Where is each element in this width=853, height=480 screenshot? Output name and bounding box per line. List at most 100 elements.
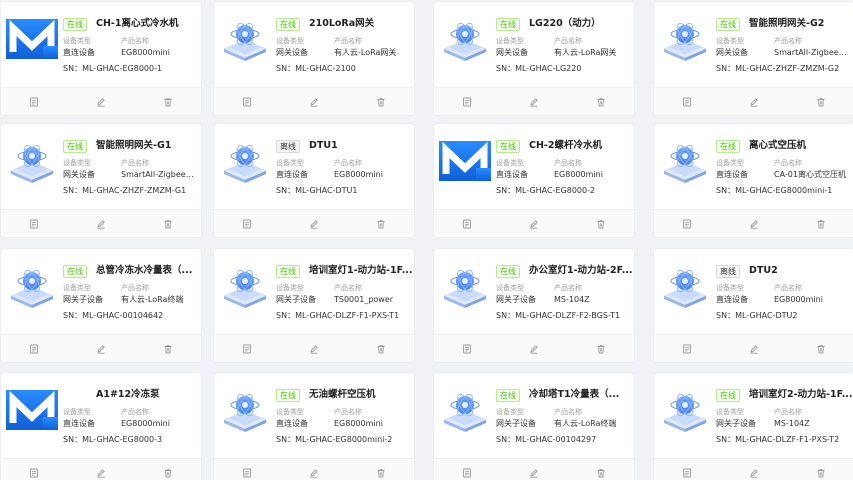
edit-button[interactable] — [68, 210, 135, 237]
delete-button[interactable] — [347, 459, 414, 480]
delete-button[interactable] — [567, 88, 634, 115]
edit-button[interactable] — [721, 335, 788, 362]
view-button[interactable] — [654, 335, 721, 362]
device-card-body[interactable]: 在线 智能照明网关-G1 设备类型 产品名称 网关设备 SmartAll-Zig… — [1, 124, 201, 209]
device-card[interactable]: 在线 离心式空压机 设备类型 产品名称 直连设备 CA-01离心式空压机 SN：… — [653, 123, 853, 238]
view-button[interactable] — [434, 210, 501, 237]
device-card-body[interactable]: 在线 离心式空压机 设备类型 产品名称 直连设备 CA-01离心式空压机 SN：… — [654, 124, 853, 209]
edit-button[interactable] — [281, 459, 348, 480]
device-card[interactable]: A1#12冷冻泵 设备类型 产品名称 直连设备 EG8000mini SN：ML… — [0, 372, 202, 480]
device-name[interactable]: LG220（动力） — [529, 17, 633, 31]
device-card[interactable]: 离线 DTU2 设备类型 产品名称 直连设备 EG8000mini SN：ML-… — [653, 248, 853, 363]
delete-button[interactable] — [787, 210, 853, 237]
device-name[interactable]: 智能照明网关-G1 — [96, 139, 200, 153]
view-button[interactable] — [214, 88, 281, 115]
view-button[interactable] — [654, 210, 721, 237]
delete-button[interactable] — [567, 210, 634, 237]
device-card[interactable]: 在线 210LoRa网关 设备类型 产品名称 网关设备 有人云-LoRa网关 S… — [213, 1, 415, 116]
device-name[interactable]: 冷却塔T1冷量表（... — [529, 388, 633, 402]
device-card-body[interactable]: 在线 CH-1离心式冷水机 设备类型 产品名称 直连设备 EG8000mini … — [1, 2, 201, 87]
delete-button[interactable] — [787, 459, 853, 480]
device-card-body[interactable]: 在线 培训室灯2-动力站-1F... 设备类型 产品名称 网关子设备 MS-10… — [654, 373, 853, 458]
device-card[interactable]: 在线 无油螺杆空压机 设备类型 产品名称 直连设备 EG8000mini SN：… — [213, 372, 415, 480]
view-button[interactable] — [214, 335, 281, 362]
delete-button[interactable] — [134, 459, 201, 480]
device-card[interactable]: 在线 冷却塔T1冷量表（... 设备类型 产品名称 网关子设备 有人云-LoRa… — [433, 372, 635, 480]
edit-button[interactable] — [68, 335, 135, 362]
device-name[interactable]: 培训室灯2-动力站-1F... — [749, 388, 853, 402]
edit-button[interactable] — [281, 210, 348, 237]
edit-button[interactable] — [501, 210, 568, 237]
device-card[interactable]: 在线 智能照明网关-G1 设备类型 产品名称 网关设备 SmartAll-Zig… — [0, 123, 202, 238]
view-button[interactable] — [1, 335, 68, 362]
device-name[interactable]: 离心式空压机 — [749, 139, 853, 153]
device-card[interactable]: 离线 DTU1 设备类型 产品名称 直连设备 EG8000mini SN：ML-… — [213, 123, 415, 238]
device-name[interactable]: 智能照明网关-G2 — [749, 17, 853, 31]
edit-button[interactable] — [501, 88, 568, 115]
delete-button[interactable] — [134, 88, 201, 115]
view-button[interactable] — [1, 210, 68, 237]
device-card[interactable]: 在线 培训室灯2-动力站-1F... 设备类型 产品名称 网关子设备 MS-10… — [653, 372, 853, 480]
edit-button[interactable] — [68, 88, 135, 115]
edit-button[interactable] — [721, 88, 788, 115]
device-name[interactable]: DTU2 — [749, 264, 853, 278]
delete-button[interactable] — [347, 210, 414, 237]
delete-button[interactable] — [347, 335, 414, 362]
device-card[interactable]: 在线 LG220（动力） 设备类型 产品名称 网关设备 有人云-LoRa网关 S… — [433, 1, 635, 116]
edit-button[interactable] — [721, 459, 788, 480]
edit-icon — [96, 344, 106, 354]
device-card-body[interactable]: 在线 智能照明网关-G2 设备类型 产品名称 网关设备 SmartAll-Zig… — [654, 2, 853, 87]
device-name[interactable]: CH-1离心式冷水机 — [96, 17, 200, 31]
device-card-body[interactable]: 离线 DTU1 设备类型 产品名称 直连设备 EG8000mini SN：ML-… — [214, 124, 414, 209]
serial-number: SN：ML-GHAC-2100 — [276, 63, 414, 74]
view-button[interactable] — [434, 335, 501, 362]
edit-button[interactable] — [501, 459, 568, 480]
delete-button[interactable] — [787, 335, 853, 362]
device-card[interactable]: 在线 培训室灯1-动力站-1F... 设备类型 产品名称 网关子设备 TS000… — [213, 248, 415, 363]
delete-button[interactable] — [134, 210, 201, 237]
view-button[interactable] — [214, 459, 281, 480]
device-name[interactable]: A1#12冷冻泵 — [96, 388, 200, 402]
device-name[interactable]: 无油螺杆空压机 — [309, 388, 413, 402]
device-card[interactable]: 在线 总管冷冻水冷量表（... 设备类型 产品名称 网关子设备 有人云-LoRa… — [0, 248, 202, 363]
device-name[interactable]: CH-2螺杆冷水机 — [529, 139, 633, 153]
view-button[interactable] — [1, 88, 68, 115]
edit-button[interactable] — [281, 88, 348, 115]
edit-button[interactable] — [68, 459, 135, 480]
serial-number: SN：ML-GHAC-EG8000mini-2 — [276, 434, 414, 445]
view-button[interactable] — [654, 459, 721, 480]
device-card-body[interactable]: 离线 DTU2 设备类型 产品名称 直连设备 EG8000mini SN：ML-… — [654, 249, 853, 334]
view-button[interactable] — [1, 459, 68, 480]
view-button[interactable] — [434, 88, 501, 115]
edit-button[interactable] — [501, 335, 568, 362]
device-name[interactable]: 培训室灯1-动力站-1F... — [309, 264, 413, 278]
device-name[interactable]: DTU1 — [309, 139, 413, 153]
device-card-body[interactable]: 在线 总管冷冻水冷量表（... 设备类型 产品名称 网关子设备 有人云-LoRa… — [1, 249, 201, 334]
device-card[interactable]: 在线 办公室灯1-动力站-2F... 设备类型 产品名称 网关子设备 MS-10… — [433, 248, 635, 363]
device-card-body[interactable]: 在线 210LoRa网关 设备类型 产品名称 网关设备 有人云-LoRa网关 S… — [214, 2, 414, 87]
delete-button[interactable] — [787, 88, 853, 115]
view-button[interactable] — [214, 210, 281, 237]
device-card[interactable]: 在线 CH-2螺杆冷水机 设备类型 产品名称 直连设备 EG8000mini S… — [433, 123, 635, 238]
view-button[interactable] — [434, 459, 501, 480]
device-name[interactable]: 总管冷冻水冷量表（... — [96, 264, 200, 278]
delete-button[interactable] — [347, 88, 414, 115]
device-card-body[interactable]: 在线 无油螺杆空压机 设备类型 产品名称 直连设备 EG8000mini SN：… — [214, 373, 414, 458]
device-card-body[interactable]: 在线 培训室灯1-动力站-1F... 设备类型 产品名称 网关子设备 TS000… — [214, 249, 414, 334]
delete-button[interactable] — [134, 335, 201, 362]
device-card[interactable]: 在线 CH-1离心式冷水机 设备类型 产品名称 直连设备 EG8000mini … — [0, 1, 202, 116]
device-name[interactable]: 办公室灯1-动力站-2F... — [529, 264, 633, 278]
view-button[interactable] — [654, 88, 721, 115]
device-card[interactable]: 在线 智能照明网关-G2 设备类型 产品名称 网关设备 SmartAll-Zig… — [653, 1, 853, 116]
delete-button[interactable] — [567, 459, 634, 480]
delete-button[interactable] — [567, 335, 634, 362]
view-icon — [29, 468, 39, 478]
device-name[interactable]: 210LoRa网关 — [309, 17, 413, 31]
edit-button[interactable] — [281, 335, 348, 362]
device-card-body[interactable]: 在线 CH-2螺杆冷水机 设备类型 产品名称 直连设备 EG8000mini S… — [434, 124, 634, 209]
device-card-body[interactable]: A1#12冷冻泵 设备类型 产品名称 直连设备 EG8000mini SN：ML… — [1, 373, 201, 458]
device-card-body[interactable]: 在线 办公室灯1-动力站-2F... 设备类型 产品名称 网关子设备 MS-10… — [434, 249, 634, 334]
device-card-body[interactable]: 在线 LG220（动力） 设备类型 产品名称 网关设备 有人云-LoRa网关 S… — [434, 2, 634, 87]
device-card-body[interactable]: 在线 冷却塔T1冷量表（... 设备类型 产品名称 网关子设备 有人云-LoRa… — [434, 373, 634, 458]
edit-button[interactable] — [721, 210, 788, 237]
